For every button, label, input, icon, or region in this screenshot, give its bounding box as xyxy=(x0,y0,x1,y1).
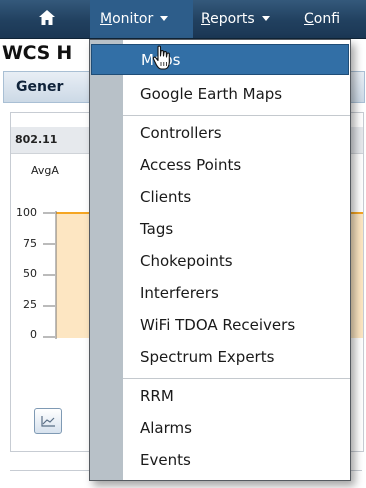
hand-pointer-icon xyxy=(152,45,174,73)
menu-item-events[interactable]: Events xyxy=(123,445,350,476)
menu-item-maps[interactable]: Maps xyxy=(91,44,349,75)
nav-monitor-menu[interactable]: Monitor xyxy=(90,0,193,38)
menu-item-alarms[interactable]: Alarms xyxy=(123,413,350,444)
nav-configure-mnemonic: C xyxy=(304,11,314,27)
y-tick-label: 50 xyxy=(23,267,37,280)
dashlet-subtitle: AvgA xyxy=(31,164,59,177)
menu-item-spectrum-experts[interactable]: Spectrum Experts xyxy=(123,342,350,373)
menu-item-access-points[interactable]: Access Points xyxy=(123,150,350,181)
nav-reports-label: eports xyxy=(210,11,255,27)
y-tick-label: 75 xyxy=(23,237,37,250)
menu-item-tags[interactable]: Tags xyxy=(123,214,350,245)
page-title: WCS H xyxy=(2,42,72,64)
nav-monitor-mnemonic: M xyxy=(100,11,113,27)
menu-item-wifi-tdoa-receivers[interactable]: WiFi TDOA Receivers xyxy=(123,310,350,341)
monitor-dropdown-menu: Maps Google Earth Maps Controllers Acces… xyxy=(89,39,351,481)
menu-item-interferers[interactable]: Interferers xyxy=(123,278,350,309)
nav-configure-label: onfi xyxy=(313,11,341,27)
nav-configure-menu[interactable]: Confi xyxy=(304,0,340,38)
menu-separator xyxy=(123,115,350,116)
home-button[interactable] xyxy=(24,0,70,38)
chevron-down-icon xyxy=(261,15,270,21)
nav-reports-mnemonic: R xyxy=(201,11,211,27)
menu-item-controllers[interactable]: Controllers xyxy=(123,118,350,149)
chevron-down-icon xyxy=(160,15,169,21)
nav-monitor-label: onitor xyxy=(112,11,154,27)
line-chart-button[interactable] xyxy=(34,408,62,434)
menu-item-rrm[interactable]: RRM xyxy=(123,381,350,412)
nav-reports-menu[interactable]: Reports xyxy=(201,0,270,38)
line-chart-icon xyxy=(35,416,61,437)
menu-gutter xyxy=(90,40,123,480)
dashlet-title: 802.11 xyxy=(15,133,58,146)
y-tick-label: 100 xyxy=(16,206,37,219)
menu-item-chokepoints[interactable]: Chokepoints xyxy=(123,246,350,277)
y-tick-label: 25 xyxy=(23,298,37,311)
menu-item-clients[interactable]: Clients xyxy=(123,182,350,213)
home-icon xyxy=(39,9,55,29)
menu-item-google-earth-maps[interactable]: Google Earth Maps xyxy=(123,79,350,110)
tab-general-label: Gener xyxy=(16,79,64,95)
y-tick-label: 0 xyxy=(30,328,37,341)
top-nav-bar: Monitor Reports Confi xyxy=(0,0,366,39)
menu-separator xyxy=(123,378,350,379)
